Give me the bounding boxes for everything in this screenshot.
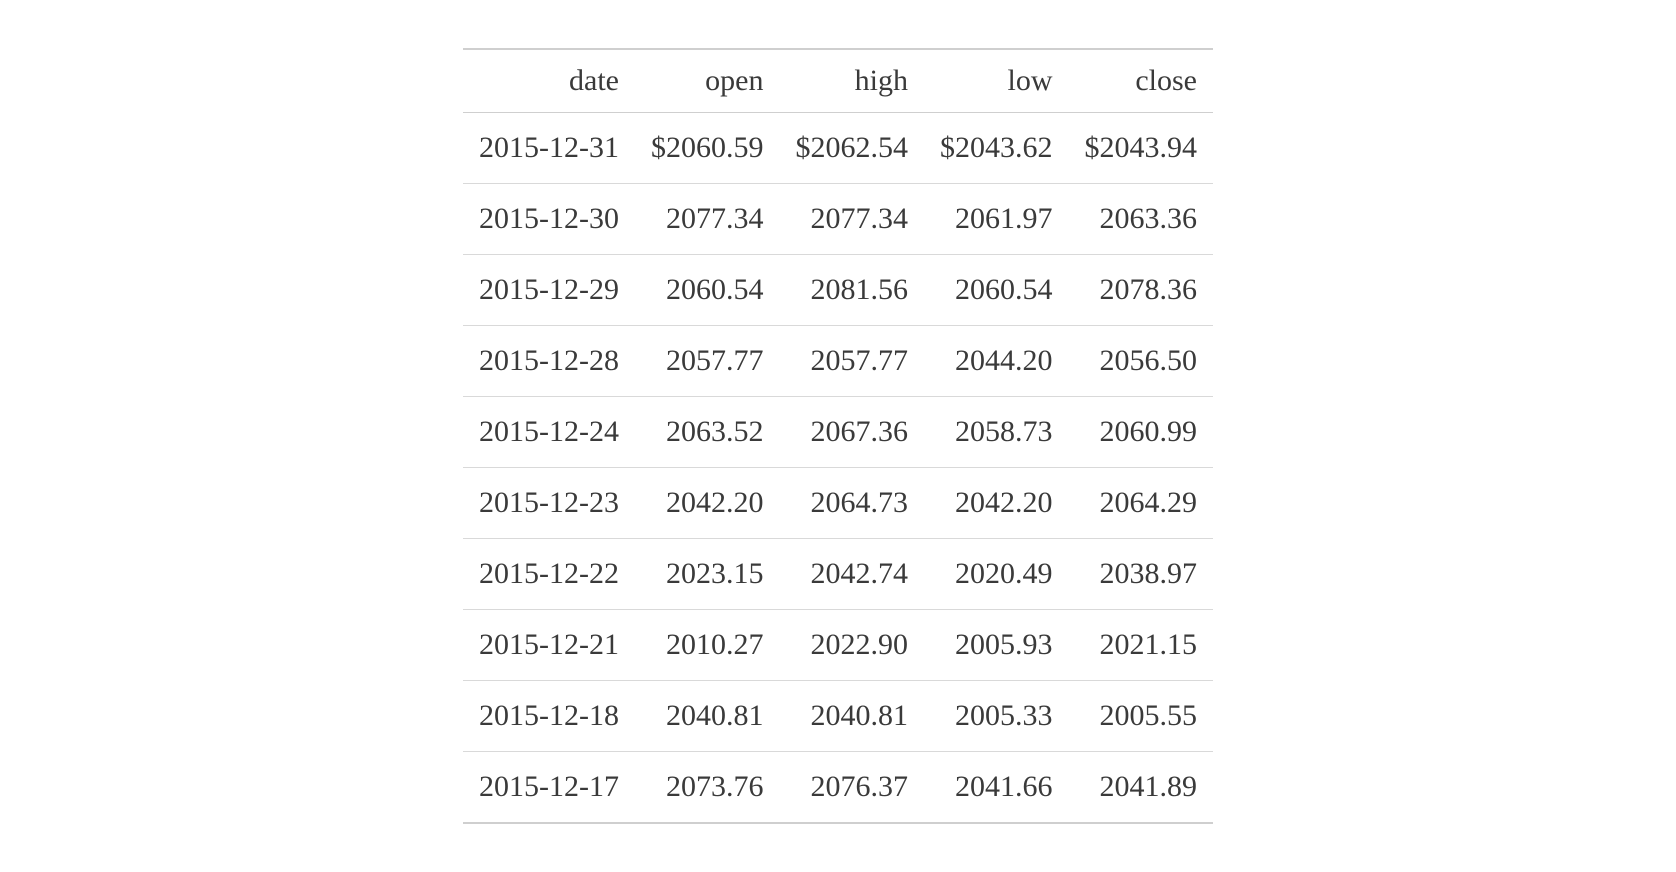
cell-open: 2057.77 xyxy=(635,326,780,397)
cell-date: 2015-12-30 xyxy=(463,184,635,255)
cell-open: 2073.76 xyxy=(635,752,780,824)
cell-low: 2005.33 xyxy=(924,681,1069,752)
cell-low: 2005.93 xyxy=(924,610,1069,681)
cell-open: 2040.81 xyxy=(635,681,780,752)
cell-close: $2043.94 xyxy=(1068,113,1213,184)
cell-close: 2060.99 xyxy=(1068,397,1213,468)
cell-close: 2064.29 xyxy=(1068,468,1213,539)
col-header-date: date xyxy=(463,49,635,113)
cell-low: 2061.97 xyxy=(924,184,1069,255)
price-table-container: date open high low close 2015-12-31 $206… xyxy=(463,48,1213,824)
cell-high: 2022.90 xyxy=(779,610,924,681)
table-row: 2015-12-23 2042.20 2064.73 2042.20 2064.… xyxy=(463,468,1213,539)
cell-open: 2023.15 xyxy=(635,539,780,610)
cell-close: 2021.15 xyxy=(1068,610,1213,681)
cell-close: 2041.89 xyxy=(1068,752,1213,824)
cell-high: 2040.81 xyxy=(779,681,924,752)
cell-date: 2015-12-29 xyxy=(463,255,635,326)
cell-high: 2081.56 xyxy=(779,255,924,326)
table-body: 2015-12-31 $2060.59 $2062.54 $2043.62 $2… xyxy=(463,113,1213,824)
cell-date: 2015-12-24 xyxy=(463,397,635,468)
cell-high: $2062.54 xyxy=(779,113,924,184)
table-row: 2015-12-22 2023.15 2042.74 2020.49 2038.… xyxy=(463,539,1213,610)
cell-high: 2077.34 xyxy=(779,184,924,255)
table-row: 2015-12-29 2060.54 2081.56 2060.54 2078.… xyxy=(463,255,1213,326)
cell-close: 2005.55 xyxy=(1068,681,1213,752)
col-header-open: open xyxy=(635,49,780,113)
cell-low: 2060.54 xyxy=(924,255,1069,326)
cell-low: $2043.62 xyxy=(924,113,1069,184)
cell-date: 2015-12-23 xyxy=(463,468,635,539)
cell-low: 2058.73 xyxy=(924,397,1069,468)
col-header-close: close xyxy=(1068,49,1213,113)
table-row: 2015-12-24 2063.52 2067.36 2058.73 2060.… xyxy=(463,397,1213,468)
table-row: 2015-12-28 2057.77 2057.77 2044.20 2056.… xyxy=(463,326,1213,397)
cell-low: 2041.66 xyxy=(924,752,1069,824)
cell-open: 2077.34 xyxy=(635,184,780,255)
cell-high: 2064.73 xyxy=(779,468,924,539)
cell-date: 2015-12-17 xyxy=(463,752,635,824)
cell-open: 2010.27 xyxy=(635,610,780,681)
cell-open: 2060.54 xyxy=(635,255,780,326)
cell-high: 2076.37 xyxy=(779,752,924,824)
cell-date: 2015-12-31 xyxy=(463,113,635,184)
cell-date: 2015-12-28 xyxy=(463,326,635,397)
table-row: 2015-12-31 $2060.59 $2062.54 $2043.62 $2… xyxy=(463,113,1213,184)
price-table: date open high low close 2015-12-31 $206… xyxy=(463,48,1213,824)
cell-low: 2044.20 xyxy=(924,326,1069,397)
col-header-low: low xyxy=(924,49,1069,113)
col-header-high: high xyxy=(779,49,924,113)
cell-open: 2063.52 xyxy=(635,397,780,468)
cell-date: 2015-12-21 xyxy=(463,610,635,681)
cell-close: 2056.50 xyxy=(1068,326,1213,397)
cell-high: 2067.36 xyxy=(779,397,924,468)
cell-date: 2015-12-22 xyxy=(463,539,635,610)
table-row: 2015-12-18 2040.81 2040.81 2005.33 2005.… xyxy=(463,681,1213,752)
cell-date: 2015-12-18 xyxy=(463,681,635,752)
table-row: 2015-12-17 2073.76 2076.37 2041.66 2041.… xyxy=(463,752,1213,824)
cell-close: 2063.36 xyxy=(1068,184,1213,255)
cell-high: 2042.74 xyxy=(779,539,924,610)
cell-close: 2038.97 xyxy=(1068,539,1213,610)
cell-high: 2057.77 xyxy=(779,326,924,397)
table-row: 2015-12-21 2010.27 2022.90 2005.93 2021.… xyxy=(463,610,1213,681)
table-row: 2015-12-30 2077.34 2077.34 2061.97 2063.… xyxy=(463,184,1213,255)
cell-low: 2020.49 xyxy=(924,539,1069,610)
cell-close: 2078.36 xyxy=(1068,255,1213,326)
table-header-row: date open high low close xyxy=(463,49,1213,113)
cell-open: $2060.59 xyxy=(635,113,780,184)
cell-low: 2042.20 xyxy=(924,468,1069,539)
cell-open: 2042.20 xyxy=(635,468,780,539)
